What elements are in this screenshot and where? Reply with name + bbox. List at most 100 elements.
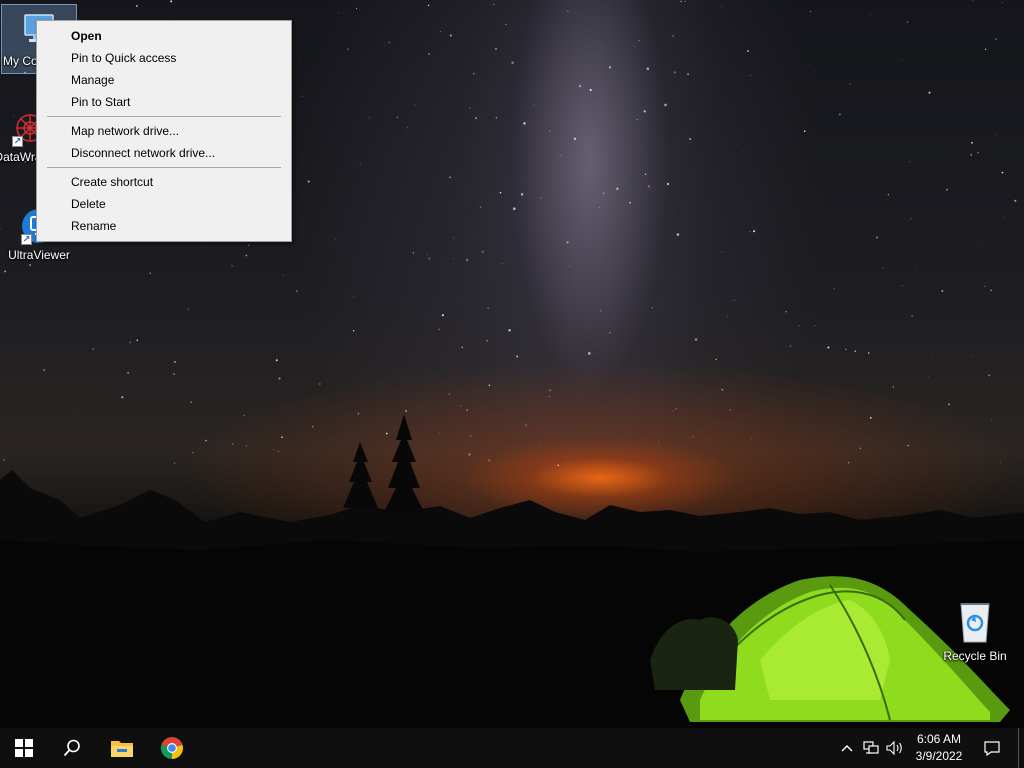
star xyxy=(1014,199,1017,202)
star xyxy=(190,401,192,403)
star xyxy=(368,117,370,119)
star xyxy=(634,66,635,68)
star xyxy=(493,3,495,5)
menu-item-manage[interactable]: Manage xyxy=(37,69,291,91)
star xyxy=(845,348,847,351)
star xyxy=(460,405,462,407)
volume-button[interactable] xyxy=(884,728,906,768)
star xyxy=(910,218,912,220)
star xyxy=(833,287,835,290)
star xyxy=(243,414,246,417)
star xyxy=(489,194,490,196)
star xyxy=(357,412,360,415)
star xyxy=(684,0,686,2)
star xyxy=(461,346,463,348)
star xyxy=(406,126,409,129)
show-desktop-button[interactable] xyxy=(1018,728,1024,768)
search-button[interactable] xyxy=(48,728,96,768)
star xyxy=(741,150,743,151)
star xyxy=(970,141,974,144)
star xyxy=(448,393,451,395)
star xyxy=(673,71,676,74)
star xyxy=(651,307,653,309)
star xyxy=(438,328,441,331)
star xyxy=(3,459,5,461)
star xyxy=(798,325,800,327)
start-button[interactable] xyxy=(0,728,48,768)
chrome-icon xyxy=(161,737,183,759)
star xyxy=(838,113,841,116)
menu-item-map-network-drive[interactable]: Map network drive... xyxy=(37,120,291,142)
desktop-icon-recycle-bin[interactable]: Recycle Bin xyxy=(937,600,1013,670)
star xyxy=(231,265,233,267)
star xyxy=(299,57,301,59)
star xyxy=(245,445,247,447)
chrome-button[interactable] xyxy=(148,728,196,768)
star xyxy=(559,154,561,156)
star xyxy=(232,443,234,445)
context-menu: Open Pin to Quick access Manage Pin to S… xyxy=(36,20,292,242)
star xyxy=(569,266,571,268)
star xyxy=(427,4,430,7)
star xyxy=(245,254,248,257)
menu-item-pin-to-quick-access[interactable]: Pin to Quick access xyxy=(37,47,291,69)
star xyxy=(578,84,582,88)
star xyxy=(972,0,974,2)
star xyxy=(990,289,992,291)
star xyxy=(311,425,314,428)
star xyxy=(205,439,207,442)
star xyxy=(449,34,452,37)
clock[interactable]: 6:06 AM 3/9/2022 xyxy=(912,731,966,765)
star xyxy=(588,352,591,355)
search-icon xyxy=(63,739,80,757)
menu-item-rename[interactable]: Rename xyxy=(37,215,291,237)
star xyxy=(338,12,339,14)
shortcut-arrow-icon: ↗ xyxy=(12,136,23,147)
star xyxy=(646,67,650,71)
star xyxy=(901,60,903,62)
star xyxy=(599,206,601,208)
star xyxy=(892,386,895,388)
star xyxy=(749,74,751,76)
star xyxy=(549,130,551,132)
menu-item-create-shortcut[interactable]: Create shortcut xyxy=(37,171,291,193)
star xyxy=(915,266,916,268)
menu-item-pin-to-start[interactable]: Pin to Start xyxy=(37,91,291,113)
star xyxy=(990,419,992,421)
star xyxy=(972,355,974,356)
star xyxy=(352,330,355,332)
network-button[interactable] xyxy=(860,728,882,768)
star xyxy=(540,197,542,199)
notification-center-button[interactable] xyxy=(980,728,1004,768)
star xyxy=(533,104,535,106)
star xyxy=(488,384,491,387)
star xyxy=(721,388,724,391)
star xyxy=(296,290,298,292)
star xyxy=(676,233,680,236)
menu-item-delete[interactable]: Delete xyxy=(37,193,291,215)
star xyxy=(573,137,577,140)
menu-item-open[interactable]: Open xyxy=(37,25,291,47)
show-hidden-icons-button[interactable] xyxy=(836,728,858,768)
star xyxy=(901,285,903,287)
star xyxy=(747,50,750,52)
star xyxy=(672,35,675,37)
star xyxy=(669,3,671,4)
star xyxy=(809,10,812,13)
star xyxy=(721,6,722,8)
menu-item-disconnect-network-drive[interactable]: Disconnect network drive... xyxy=(37,142,291,164)
file-explorer-button[interactable] xyxy=(98,728,146,768)
star xyxy=(319,383,321,385)
star xyxy=(557,464,560,467)
star xyxy=(173,373,175,375)
star xyxy=(927,376,929,377)
star xyxy=(638,39,640,42)
star xyxy=(666,182,670,186)
star xyxy=(412,252,414,254)
star xyxy=(785,311,787,313)
star xyxy=(984,285,986,287)
menu-separator xyxy=(47,116,281,117)
star xyxy=(472,72,475,75)
star xyxy=(749,230,751,232)
star xyxy=(406,133,408,134)
